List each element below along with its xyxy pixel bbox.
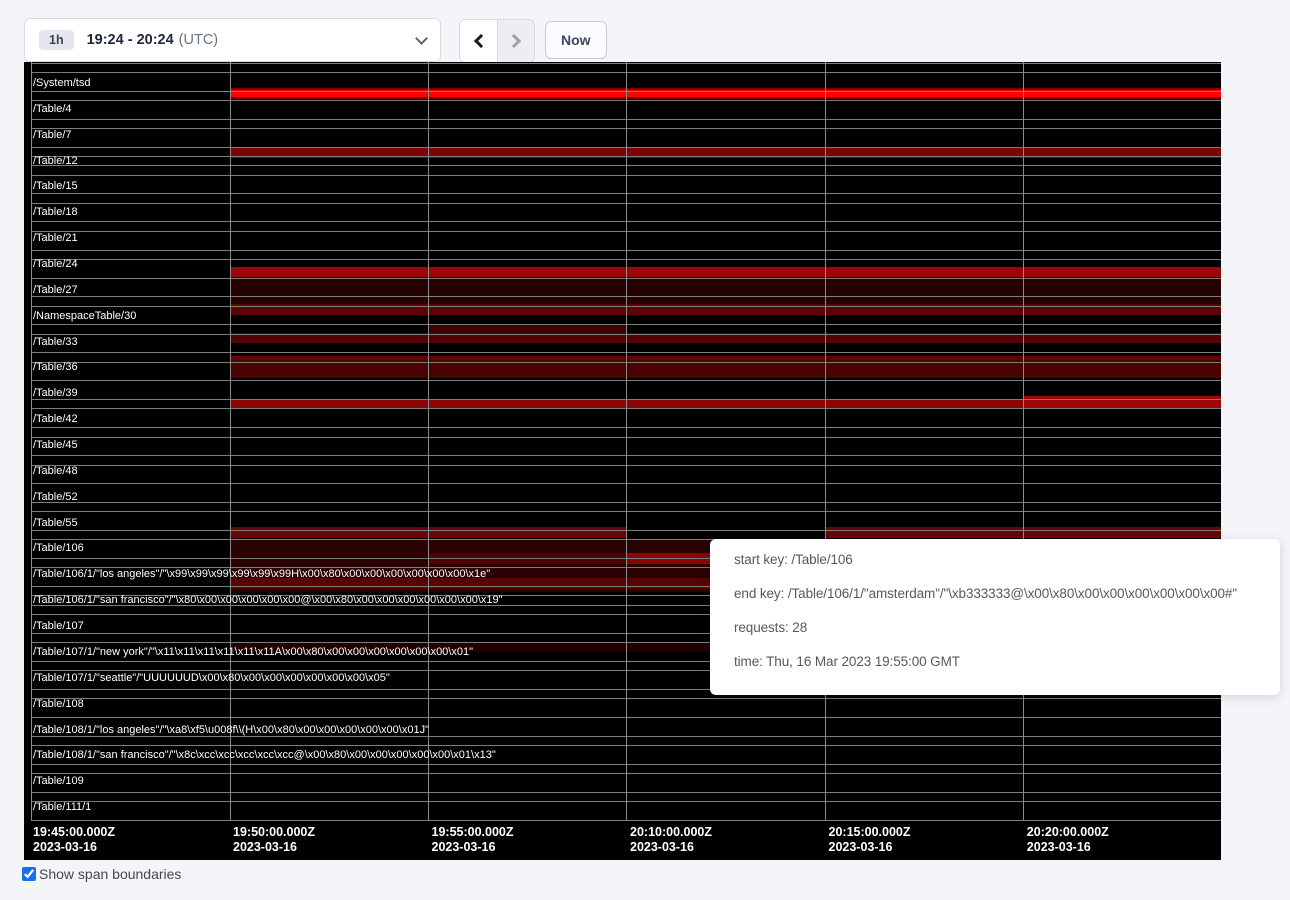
- range-text: 19:24 - 20:24 (UTC): [87, 32, 219, 48]
- row-label: /Table/18: [33, 206, 78, 218]
- chevron-right-icon: [507, 34, 521, 48]
- axis-tick: 19:50:00.000Z2023-03-16: [233, 825, 315, 855]
- time-gridline: [825, 62, 826, 820]
- time-gridline: [31, 62, 32, 820]
- axis-tick: 19:55:00.000Z2023-03-16: [432, 825, 514, 855]
- range-duration-chip: 1h: [39, 30, 74, 51]
- heat-band: [428, 324, 626, 333]
- time-range-dropdown[interactable]: 1h 19:24 - 20:24 (UTC): [24, 18, 441, 62]
- row-label: /Table/106/1/"los angeles"/"\x99\x99\x99…: [33, 568, 490, 580]
- toolbar: 1h 19:24 - 20:24 (UTC) Now: [0, 0, 1290, 62]
- footer: Show span boundaries: [22, 866, 181, 882]
- heat-band: [230, 267, 1222, 277]
- row-label: /Table/109: [33, 775, 84, 787]
- heat-band: [230, 360, 1222, 378]
- next-range-button[interactable]: [497, 20, 534, 62]
- row-label: /Table/7: [33, 129, 72, 141]
- range-utc: (UTC): [179, 32, 218, 48]
- key-visualizer-canvas[interactable]: /System/tsd/Table/4/Table/7/Table/12/Tab…: [24, 62, 1221, 860]
- row-label: /Table/108: [33, 698, 84, 710]
- span-boundaries-label: Show span boundaries: [39, 866, 181, 882]
- row-label: /Table/106/1/"san francisco"/"\x80\x00\x…: [33, 594, 503, 606]
- row-label: /Table/24: [33, 258, 78, 270]
- row-label: /Table/39: [33, 387, 78, 399]
- prev-range-button[interactable]: [460, 20, 497, 62]
- row-label: /Table/52: [33, 491, 78, 503]
- row-label: /Table/21: [33, 232, 78, 244]
- heat-band: [230, 277, 1222, 304]
- row-label: /Table/55: [33, 517, 78, 529]
- row-label: /Table/107/1/"seattle"/"UUUUUUD\x00\x80\…: [33, 672, 390, 684]
- tooltip-time: time: Thu, 16 Mar 2023 19:55:00 GMT: [734, 645, 1280, 679]
- range-times: 19:24 - 20:24: [87, 32, 174, 48]
- time-gridline: [1023, 62, 1024, 820]
- row-label: /Table/108/1/"san francisco"/"\x8c\xcc\x…: [33, 749, 496, 761]
- chevron-down-icon: [415, 32, 428, 45]
- row-label: /Table/107: [33, 620, 84, 632]
- row-label: /Table/106: [33, 542, 84, 554]
- tooltip-end-key: end key: /Table/106/1/"amsterdam"/"\xb33…: [734, 577, 1280, 611]
- time-gridline: [428, 62, 429, 820]
- chevron-left-icon: [473, 34, 487, 48]
- axis-tick: 20:20:00.000Z2023-03-16: [1027, 825, 1109, 855]
- axis-tick: 20:10:00.000Z2023-03-16: [630, 825, 712, 855]
- row-label: /System/tsd: [33, 77, 90, 89]
- row-label: /NamespaceTable/30: [33, 310, 136, 322]
- tooltip-requests: requests: 28: [734, 611, 1280, 645]
- now-button[interactable]: Now: [545, 21, 607, 59]
- row-label: /Table/12: [33, 155, 78, 167]
- row-label: /Table/42: [33, 413, 78, 425]
- heat-band: [1023, 396, 1221, 409]
- tooltip-start-key: start key: /Table/106: [734, 543, 1280, 577]
- row-label: /Table/36: [33, 361, 78, 373]
- time-nav-group: [459, 19, 535, 63]
- row-label: /Table/45: [33, 439, 78, 451]
- hover-tooltip: start key: /Table/106 end key: /Table/10…: [710, 539, 1280, 695]
- row-label: /Table/107/1/"new york"/"\x11\x11\x11\x1…: [33, 646, 473, 658]
- row-label: /Table/27: [33, 284, 78, 296]
- row-label: /Table/33: [33, 336, 78, 348]
- span-boundaries-checkbox[interactable]: [22, 867, 36, 881]
- row-label: /Table/15: [33, 180, 78, 192]
- axis-tick: 20:15:00.000Z2023-03-16: [829, 825, 911, 855]
- key-visualizer-page: { "toolbar": { "range_chip": "1h", "rang…: [0, 0, 1290, 900]
- axis-tick: 19:45:00.000Z2023-03-16: [33, 825, 115, 855]
- row-label: /Table/48: [33, 465, 78, 477]
- row-label: /Table/108/1/"los angeles"/"\xa8\xf5\u00…: [33, 724, 429, 736]
- time-gridline: [230, 62, 231, 820]
- row-label: /Table/111/1: [33, 801, 91, 813]
- time-gridline: [626, 62, 627, 820]
- row-label: /Table/4: [33, 103, 72, 115]
